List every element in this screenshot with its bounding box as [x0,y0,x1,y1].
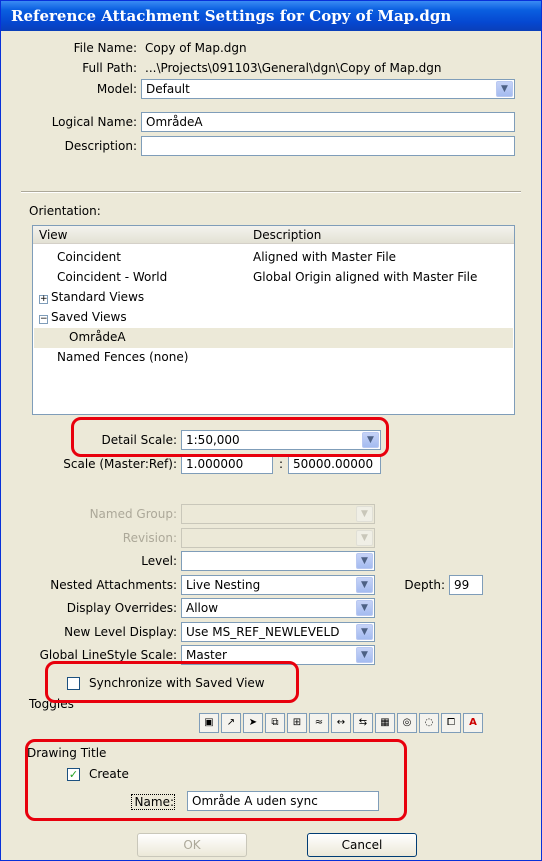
copy-toggle-icon[interactable]: ⧠ [441,713,461,733]
display-toggle-icon[interactable]: ▣ [199,713,219,733]
scale-label: Scale (Master:Ref): [63,457,177,471]
scale-separator: : [279,457,284,471]
treat-as-element-toggle-icon[interactable]: ⇆ [353,713,373,733]
chevron-down-icon: ▼ [356,530,373,546]
list-item[interactable]: Coincident - World [57,270,167,284]
snap-toggle-icon[interactable]: ↗ [221,713,241,733]
chevron-down-icon[interactable]: ▼ [356,624,373,640]
orientation-list[interactable]: View Description Coincident Aligned with… [32,225,515,415]
global-linestyle-label: Global LineStyle Scale: [39,648,177,662]
tree-node-saved-views[interactable]: − Saved Views [39,310,127,324]
depth-input[interactable]: 99 [449,575,483,595]
column-header-description[interactable]: Description [253,228,321,242]
expand-icon[interactable]: + [39,295,48,304]
model-label: Model: [96,82,137,96]
chevron-down-icon[interactable]: ▼ [356,600,373,616]
nested-attachments-dropdown[interactable]: Live Nesting ▼ [181,575,375,595]
model-dropdown[interactable]: Default ▼ [141,79,515,99]
ok-button[interactable]: OK [137,833,247,857]
orientation-label: Orientation: [29,204,101,218]
locate-toggle-icon[interactable]: ➤ [243,713,263,733]
highlight-drawing-title [25,739,407,821]
display-overrides-label: Display Overrides: [66,601,177,615]
scale-master-input[interactable]: 1.000000 [181,454,273,474]
level-label: Level: [141,554,177,568]
scale-ref-input[interactable]: 50000.00000 [288,454,381,474]
nested-attachments-label: Nested Attachments: [50,578,177,592]
display-overrides-value: Allow [186,601,219,615]
revision-label: Revision: [122,531,177,545]
file-name-label: File Name: [73,41,137,55]
tree-node-label: Saved Views [51,310,127,324]
named-group-dropdown: ▼ [181,504,375,524]
ignore-toggle-icon[interactable]: ↔ [331,713,351,733]
tree-node-standard-views[interactable]: + Standard Views [39,290,144,304]
revision-dropdown: ▼ [181,528,375,548]
new-level-display-value: Use MS_REF_NEWLEVELD [186,625,340,639]
scale-linestyle-toggle-icon[interactable]: ≈ [309,713,329,733]
chevron-down-icon[interactable]: ▼ [356,553,373,569]
depth-label: Depth: [404,578,445,592]
orientation-list-header: View Description [33,226,514,244]
chevron-down-icon[interactable]: ▼ [496,81,513,97]
named-group-label: Named Group: [89,507,177,521]
light-bulb-icon[interactable]: ◌ [419,713,439,733]
cancel-button[interactable]: Cancel [307,833,417,857]
window-title: Reference Attachment Settings for Copy o… [1,1,541,31]
description-input[interactable] [141,136,515,156]
list-item-description: Aligned with Master File [253,250,397,264]
clip-toggle-icon[interactable]: ⧉ [265,713,285,733]
description-label: Description: [64,139,137,153]
full-path-label: Full Path: [82,61,137,75]
text-annotation-icon[interactable]: A [463,713,483,733]
logical-name-input[interactable]: OmrådeA [141,112,515,132]
level-toggle-icon[interactable]: ◎ [397,713,417,733]
grid-toggle-icon[interactable]: ▦ [375,713,395,733]
list-item-selected[interactable]: OmrådeA [69,330,126,344]
file-name-value: Copy of Map.dgn [145,41,247,55]
chevron-down-icon[interactable]: ▼ [356,577,373,593]
model-value: Default [146,82,190,96]
new-level-display-label: New Level Display: [64,625,177,639]
column-header-view[interactable]: View [39,228,67,242]
section-divider [21,191,521,193]
chevron-down-icon[interactable]: ▼ [356,647,373,663]
level-dropdown[interactable]: ▼ [181,551,375,571]
display-overrides-dropdown[interactable]: Allow ▼ [181,598,375,618]
tree-node-label: Standard Views [51,290,145,304]
dialog-window: Reference Attachment Settings for Copy o… [0,0,542,861]
new-level-display-dropdown[interactable]: Use MS_REF_NEWLEVELD ▼ [181,622,375,642]
true-scale-toggle-icon[interactable]: ⊞ [287,713,307,733]
logical-name-label: Logical Name: [51,115,137,129]
nested-attachments-value: Live Nesting [186,578,261,592]
full-path-value: ...\Projects\091103\General\dgn\Copy of … [145,61,442,75]
list-item-description: Global Origin aligned with Master File [253,270,478,284]
collapse-icon[interactable]: − [39,315,48,324]
list-item[interactable]: Coincident [57,250,121,264]
list-item[interactable]: Named Fences (none) [57,350,188,364]
highlight-synchronize [45,661,299,703]
highlight-detail-scale [71,417,389,457]
chevron-down-icon: ▼ [356,506,373,522]
